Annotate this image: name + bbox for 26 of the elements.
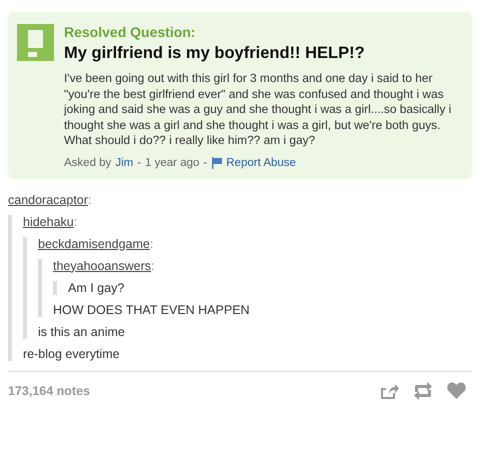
reblog-icon[interactable] (413, 382, 433, 400)
username-link[interactable]: beckdamisendgame (38, 236, 150, 250)
username-link[interactable]: theyahooanswers (53, 258, 151, 272)
exclamation-logo-icon (17, 24, 54, 61)
question-body: I've been going out with this girl for 3 months and one day i said to her "you're the best girlfriend ever" and she was confused and thought i was joking and said she was a guy and she thought i was a girl....so basically i thought she was a girl and she thought i was a girl, but we're both guys. What should i do?? i really like him?? am i gay? (64, 71, 452, 148)
heart-icon[interactable] (447, 382, 466, 398)
separator: - (137, 156, 142, 168)
colon: : (150, 258, 154, 272)
asked-by-label: Asked by (64, 156, 112, 168)
separator: - (203, 156, 208, 168)
share-icon[interactable] (379, 382, 399, 400)
quoted-text: Am I gay? (68, 280, 124, 294)
report-abuse-link[interactable]: Report Abuse (211, 156, 296, 168)
question-age: 1 year ago (145, 156, 200, 168)
colon: : (88, 192, 92, 206)
question-title: My girlfriend is my boyfriend!! HELP!? (64, 44, 366, 63)
question-heading: Resolved Question: (64, 24, 196, 40)
reblog-comment: is this an anime (38, 324, 126, 338)
colon: : (150, 236, 154, 250)
flag-icon (211, 156, 224, 168)
author-link[interactable]: Jim (115, 156, 134, 168)
colon: : (74, 214, 78, 228)
username-link[interactable]: hidehaku (23, 214, 74, 228)
reblog-comment: HOW DOES THAT EVEN HAPPEN (53, 302, 251, 316)
reblog-comment: re-blog everytime (23, 346, 121, 360)
username-link[interactable]: candoracaptor (8, 192, 88, 206)
